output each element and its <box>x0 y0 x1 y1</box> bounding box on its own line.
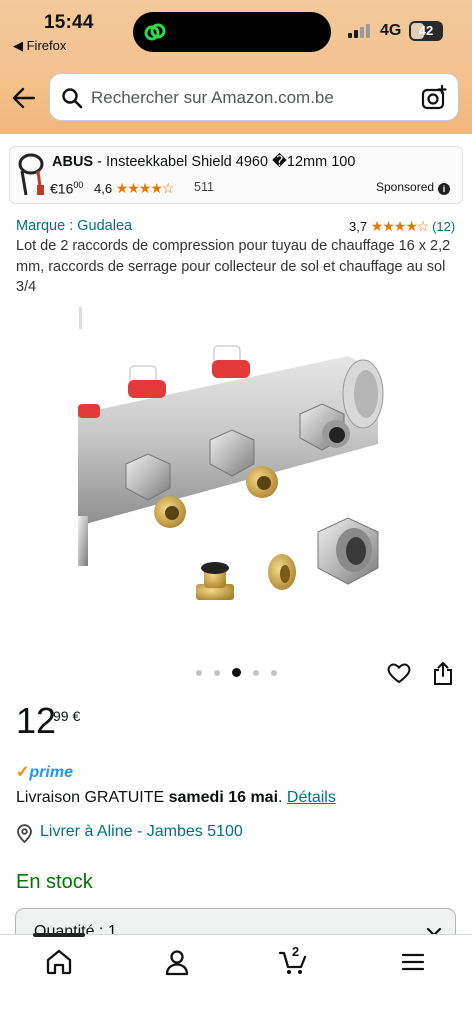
dynamic-island <box>133 12 331 52</box>
search-input[interactable]: Rechercher sur Amazon.com.be <box>91 88 334 108</box>
product-rating[interactable]: 3,7 ★★★★☆ (12) <box>349 218 455 235</box>
cart-count: 2 <box>292 944 300 959</box>
search-bar[interactable]: Rechercher sur Amazon.com.be <box>49 73 459 121</box>
sponsored-product-image <box>18 153 44 196</box>
product-title: Lot de 2 raccords de compression pour tu… <box>16 238 451 295</box>
home-icon[interactable] <box>44 947 74 977</box>
heart-icon[interactable] <box>387 661 411 685</box>
price-whole: 12 <box>16 700 57 741</box>
signal-icon <box>348 24 374 38</box>
compression-nut <box>317 517 379 585</box>
star-rating-icon: ★★★★☆ <box>370 218 430 234</box>
bottom-navigation: 2 <box>0 933 472 1024</box>
star-rating-icon: ★★★★☆ <box>115 180 175 196</box>
delivery-details-link[interactable]: Détails <box>287 789 336 806</box>
stock-status: En stock <box>16 871 93 893</box>
brand-link[interactable]: Marque : Gudalea <box>16 218 132 234</box>
header-area: 15:44 ◀ Firefox 4G 42 Rechercher sur Ama… <box>0 0 472 134</box>
image-scroll-indicator <box>79 307 82 329</box>
status-time: 15:44 <box>44 12 94 33</box>
carousel-dot[interactable] <box>196 670 202 676</box>
prime-check-icon: ✓ <box>16 764 30 781</box>
active-tab-indicator <box>33 933 85 937</box>
sponsored-rating: 4,6 ★★★★☆ <box>94 180 175 196</box>
back-arrow-icon[interactable] <box>10 84 38 112</box>
link-icon <box>144 23 166 41</box>
carousel-dot[interactable] <box>253 670 259 676</box>
carousel-dot[interactable] <box>271 670 277 676</box>
battery-icon: 42 <box>409 21 443 41</box>
location-pin-icon <box>17 824 32 843</box>
price-cents: 99 € <box>53 708 81 724</box>
carousel-dot[interactable] <box>214 670 220 676</box>
sponsored-label[interactable]: Sponsored i <box>376 180 451 195</box>
status-bar: 15:44 ◀ Firefox 4G 42 <box>0 0 472 60</box>
sponsored-review-count: 511 <box>194 180 214 194</box>
network-type: 4G <box>380 22 402 39</box>
carousel-dot-active[interactable] <box>232 668 241 677</box>
search-icon <box>62 88 83 109</box>
battery-percent: 42 <box>418 23 434 38</box>
brass-fitting <box>196 562 234 600</box>
back-to-app-link[interactable]: ◀ Firefox <box>13 38 66 54</box>
delivery-info: Livraison GRATUITE samedi 16 mai. Détail… <box>16 789 336 806</box>
delivery-location-text[interactable]: Livrer à Aline - Jambes 5100 <box>40 823 243 841</box>
sponsored-title[interactable]: ABUS - Insteekkabel Shield 4960 �12mm 10… <box>52 154 355 170</box>
account-icon[interactable] <box>162 947 192 977</box>
info-icon[interactable]: i <box>438 183 451 195</box>
prime-badge: ✓prime <box>16 764 73 781</box>
olive-ring <box>268 554 296 590</box>
menu-icon[interactable] <box>398 947 428 977</box>
sponsored-banner[interactable]: ABUS - Insteekkabel Shield 4960 �12mm 10… <box>9 146 463 204</box>
cart-button[interactable]: 2 <box>278 944 308 977</box>
camera-search-icon[interactable] <box>421 85 447 111</box>
product-image[interactable] <box>78 336 408 626</box>
review-count-link[interactable]: (12) <box>432 219 455 234</box>
sponsored-price: €1600 <box>50 180 84 197</box>
share-icon[interactable] <box>432 661 454 686</box>
